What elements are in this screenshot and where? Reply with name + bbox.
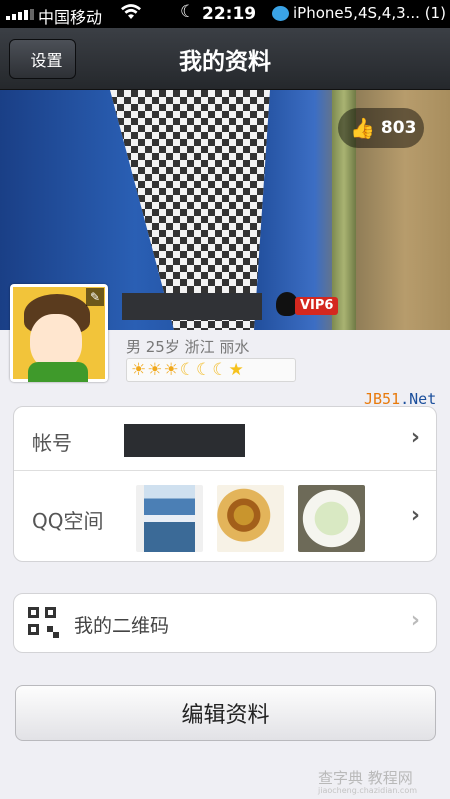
moon-level-icon: ☾: [179, 360, 195, 380]
star-level-icon: ★: [228, 360, 244, 380]
level-badge[interactable]: ☀ ☀ ☀ ☾ ☾ ☾ ★: [126, 358, 296, 382]
sun-level-icon: ☀: [163, 360, 179, 380]
thumbs-up-icon: 👍: [350, 116, 375, 140]
qzone-label: QQ空间: [32, 509, 104, 533]
message-bubble-icon: [272, 6, 289, 21]
chevron-right-icon: ›: [410, 608, 420, 633]
account-number-redacted: [124, 424, 245, 457]
avatar[interactable]: ✎: [10, 284, 108, 382]
status-bar: 中国移动 ☾ 22:19 iPhone5,4S,4,3... (1): [0, 0, 450, 28]
qzone-row[interactable]: QQ空间 ›: [14, 471, 436, 563]
qr-code-label: 我的二维码: [74, 615, 170, 637]
page-title: 我的资料: [179, 49, 271, 75]
moon-level-icon: ☾: [196, 360, 212, 380]
qzone-photos: [136, 485, 365, 552]
qzone-photo: [136, 485, 203, 552]
nickname-redacted: [122, 293, 262, 320]
like-count: 803: [380, 118, 417, 138]
carrier-label: 中国移动: [38, 8, 103, 27]
sun-level-icon: ☀: [147, 360, 163, 380]
moon-level-icon: ☾: [212, 360, 228, 380]
edit-profile-button[interactable]: 编辑资料: [15, 685, 436, 741]
qr-code-row[interactable]: 我的二维码 ›: [13, 593, 437, 653]
account-row[interactable]: 帐号 ›: [14, 407, 436, 471]
profile-meta: 男 25岁 浙江 丽水: [126, 338, 250, 356]
clock: 22:19: [202, 4, 257, 24]
chevron-right-icon: ›: [410, 425, 420, 450]
navigation-bar: 设置 我的资料: [0, 28, 450, 90]
wifi-icon: [120, 3, 142, 25]
do-not-disturb-icon: ☾: [180, 2, 196, 22]
chevron-right-icon: ›: [410, 503, 420, 528]
account-label: 帐号: [32, 431, 72, 455]
vip-badge[interactable]: VIP6: [295, 297, 339, 315]
edit-avatar-icon[interactable]: ✎: [86, 288, 104, 306]
chazidian-watermark: 查字典 教程网 jiaocheng.chazidian.com: [318, 769, 418, 795]
sun-level-icon: ☀: [131, 360, 147, 380]
qzone-photo: [217, 485, 284, 552]
qzone-photo: [298, 485, 365, 552]
notification-text: iPhone5,4S,4,3... (1): [293, 4, 446, 22]
account-card: 帐号 › QQ空间 ›: [13, 406, 437, 562]
signal-icon: [6, 9, 34, 20]
like-button[interactable]: 👍 803: [338, 108, 424, 148]
edit-profile-label: 编辑资料: [181, 703, 270, 728]
qr-code-icon: [28, 607, 59, 638]
